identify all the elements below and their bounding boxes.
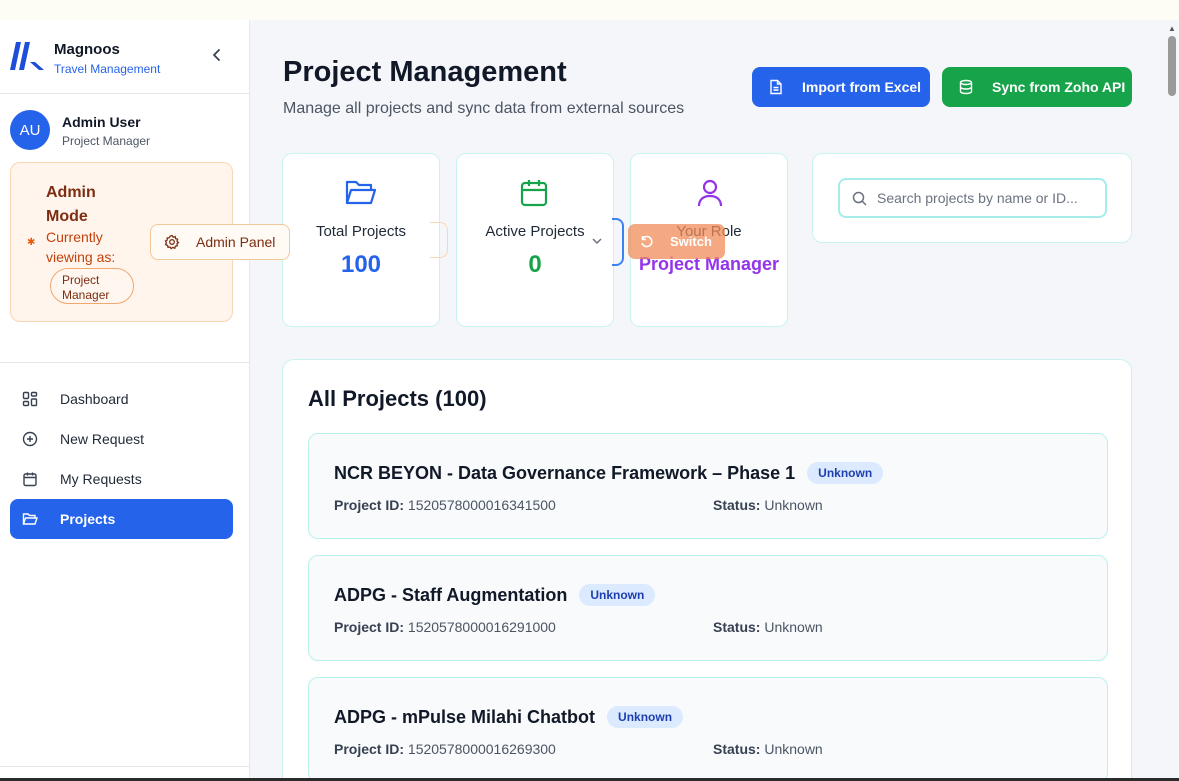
search-box [838,178,1107,218]
scroll-up-arrow-icon[interactable]: ▲ [1168,24,1176,33]
viewing-as-label: Currently viewing as: [46,229,116,265]
sidebar-item-label: Dashboard [60,391,129,407]
sun-icon: ✱ [27,237,36,248]
project-id-label: Project ID: [334,619,405,635]
user-icon [697,179,723,207]
collapse-sidebar-button[interactable] [208,46,226,64]
avatar: AU [10,110,50,150]
project-id: Project ID: 1520578000016291000 [334,619,556,635]
brand-subtitle: Travel Management [54,62,161,76]
brand-header: Magnoos Travel Management [0,20,249,94]
total-projects-card: Total Projects 100 [282,153,440,327]
switch-role-button[interactable]: Switch [628,224,725,259]
browser-top-strip [0,0,1179,20]
rotate-ccw-icon [641,235,653,247]
sidebar-item-label: Projects [60,511,116,527]
total-projects-label: Total Projects [315,223,407,240]
chevron-left-icon [213,49,220,61]
folder-open-icon [345,180,377,205]
scrollbar-thumb[interactable] [1168,36,1176,96]
scrollbar-track[interactable] [1165,20,1179,778]
user-role: Project Manager [62,134,151,148]
projects-panel: All Projects (100) NCR BEYON - Data Gove… [282,359,1132,781]
viewing-role-badge: Project Manager [50,268,134,304]
project-status-label: Status: [713,619,761,635]
project-id: Project ID: 1520578000016341500 [334,497,556,513]
project-id: Project ID: 1520578000016269300 [334,741,556,757]
search-card [812,153,1132,243]
role-select-focus-ring[interactable] [612,218,624,266]
import-excel-label: Import from Excel [802,79,922,95]
sidebar-item-dashboard[interactable]: Dashboard [10,379,233,419]
project-status-label: Status: [713,497,761,513]
folder-open-icon [22,513,38,525]
role-select-edge[interactable] [430,222,448,258]
magnoos-logo-icon [10,42,44,70]
project-name: ADPG - mPulse Milahi Chatbot [334,706,596,727]
project-status: Status: Unknown [713,741,823,757]
total-projects-value: 100 [340,251,382,278]
project-id-value: 1520578000016341500 [407,497,556,513]
admin-panel-button[interactable]: Admin Panel [150,224,290,260]
active-projects-label: Active Projects [485,223,585,240]
file-text-icon [770,79,782,95]
project-name: NCR BEYON - Data Governance Framework – … [334,462,796,483]
calendar-icon [520,180,548,207]
sidebar-divider [0,362,249,363]
status-badge: Unknown [579,584,656,606]
sidebar-item-projects[interactable]: Projects [10,499,233,539]
project-card[interactable]: NCR BEYON - Data Governance Framework – … [308,433,1108,539]
status-badge: Unknown [607,706,684,728]
project-id-value: 1520578000016269300 [407,741,556,757]
project-id-value: 1520578000016291000 [407,619,556,635]
sidebar-item-my-requests[interactable]: My Requests [10,459,233,499]
sync-zoho-button[interactable]: Sync from Zoho API [942,67,1132,107]
calendar-icon [23,472,37,487]
user-name: Admin User [62,114,141,130]
project-id-label: Project ID: [334,497,405,513]
project-status-value: Unknown [764,741,823,757]
status-badge: Unknown [807,462,884,484]
import-excel-button[interactable]: Import from Excel [752,67,930,107]
project-status-value: Unknown [764,497,823,513]
sidebar: Magnoos Travel Management AU Admin User … [0,20,250,778]
search-input[interactable] [877,190,1097,206]
admin-mode-title: Admin Mode [46,184,96,225]
gear-icon [164,234,180,250]
dashboard-grid-icon [22,391,38,407]
projects-heading: All Projects (100) [308,386,487,411]
search-icon [852,191,867,206]
project-id-label: Project ID: [334,741,405,757]
sidebar-item-label: My Requests [60,471,142,487]
page-title: Project Management [283,56,567,88]
project-card[interactable]: ADPG - mPulse Milahi Chatbot Unknown Pro… [308,677,1108,781]
active-projects-card: Active Projects 0 [456,153,614,327]
brand-name: Magnoos [54,41,120,58]
chevron-down-icon[interactable] [592,234,602,248]
database-icon [959,79,973,95]
page-subtitle: Manage all projects and sync data from e… [283,100,685,117]
project-status-value: Unknown [764,619,823,635]
project-card[interactable]: ADPG - Staff Augmentation Unknown Projec… [308,555,1108,661]
sidebar-item-label: New Request [60,431,145,447]
sidebar-item-new-request[interactable]: New Request [10,419,233,459]
project-name: ADPG - Staff Augmentation [334,584,568,605]
active-projects-value: 0 [528,251,542,278]
project-status: Status: Unknown [713,619,823,635]
admin-panel-label: Admin Panel [196,234,276,250]
project-status: Status: Unknown [713,497,823,513]
sync-zoho-label: Sync from Zoho API [992,79,1126,95]
switch-role-label: Switch [670,234,712,249]
plus-circle-icon [22,431,38,447]
sidebar-footer-divider [0,766,249,767]
project-status-label: Status: [713,741,761,757]
